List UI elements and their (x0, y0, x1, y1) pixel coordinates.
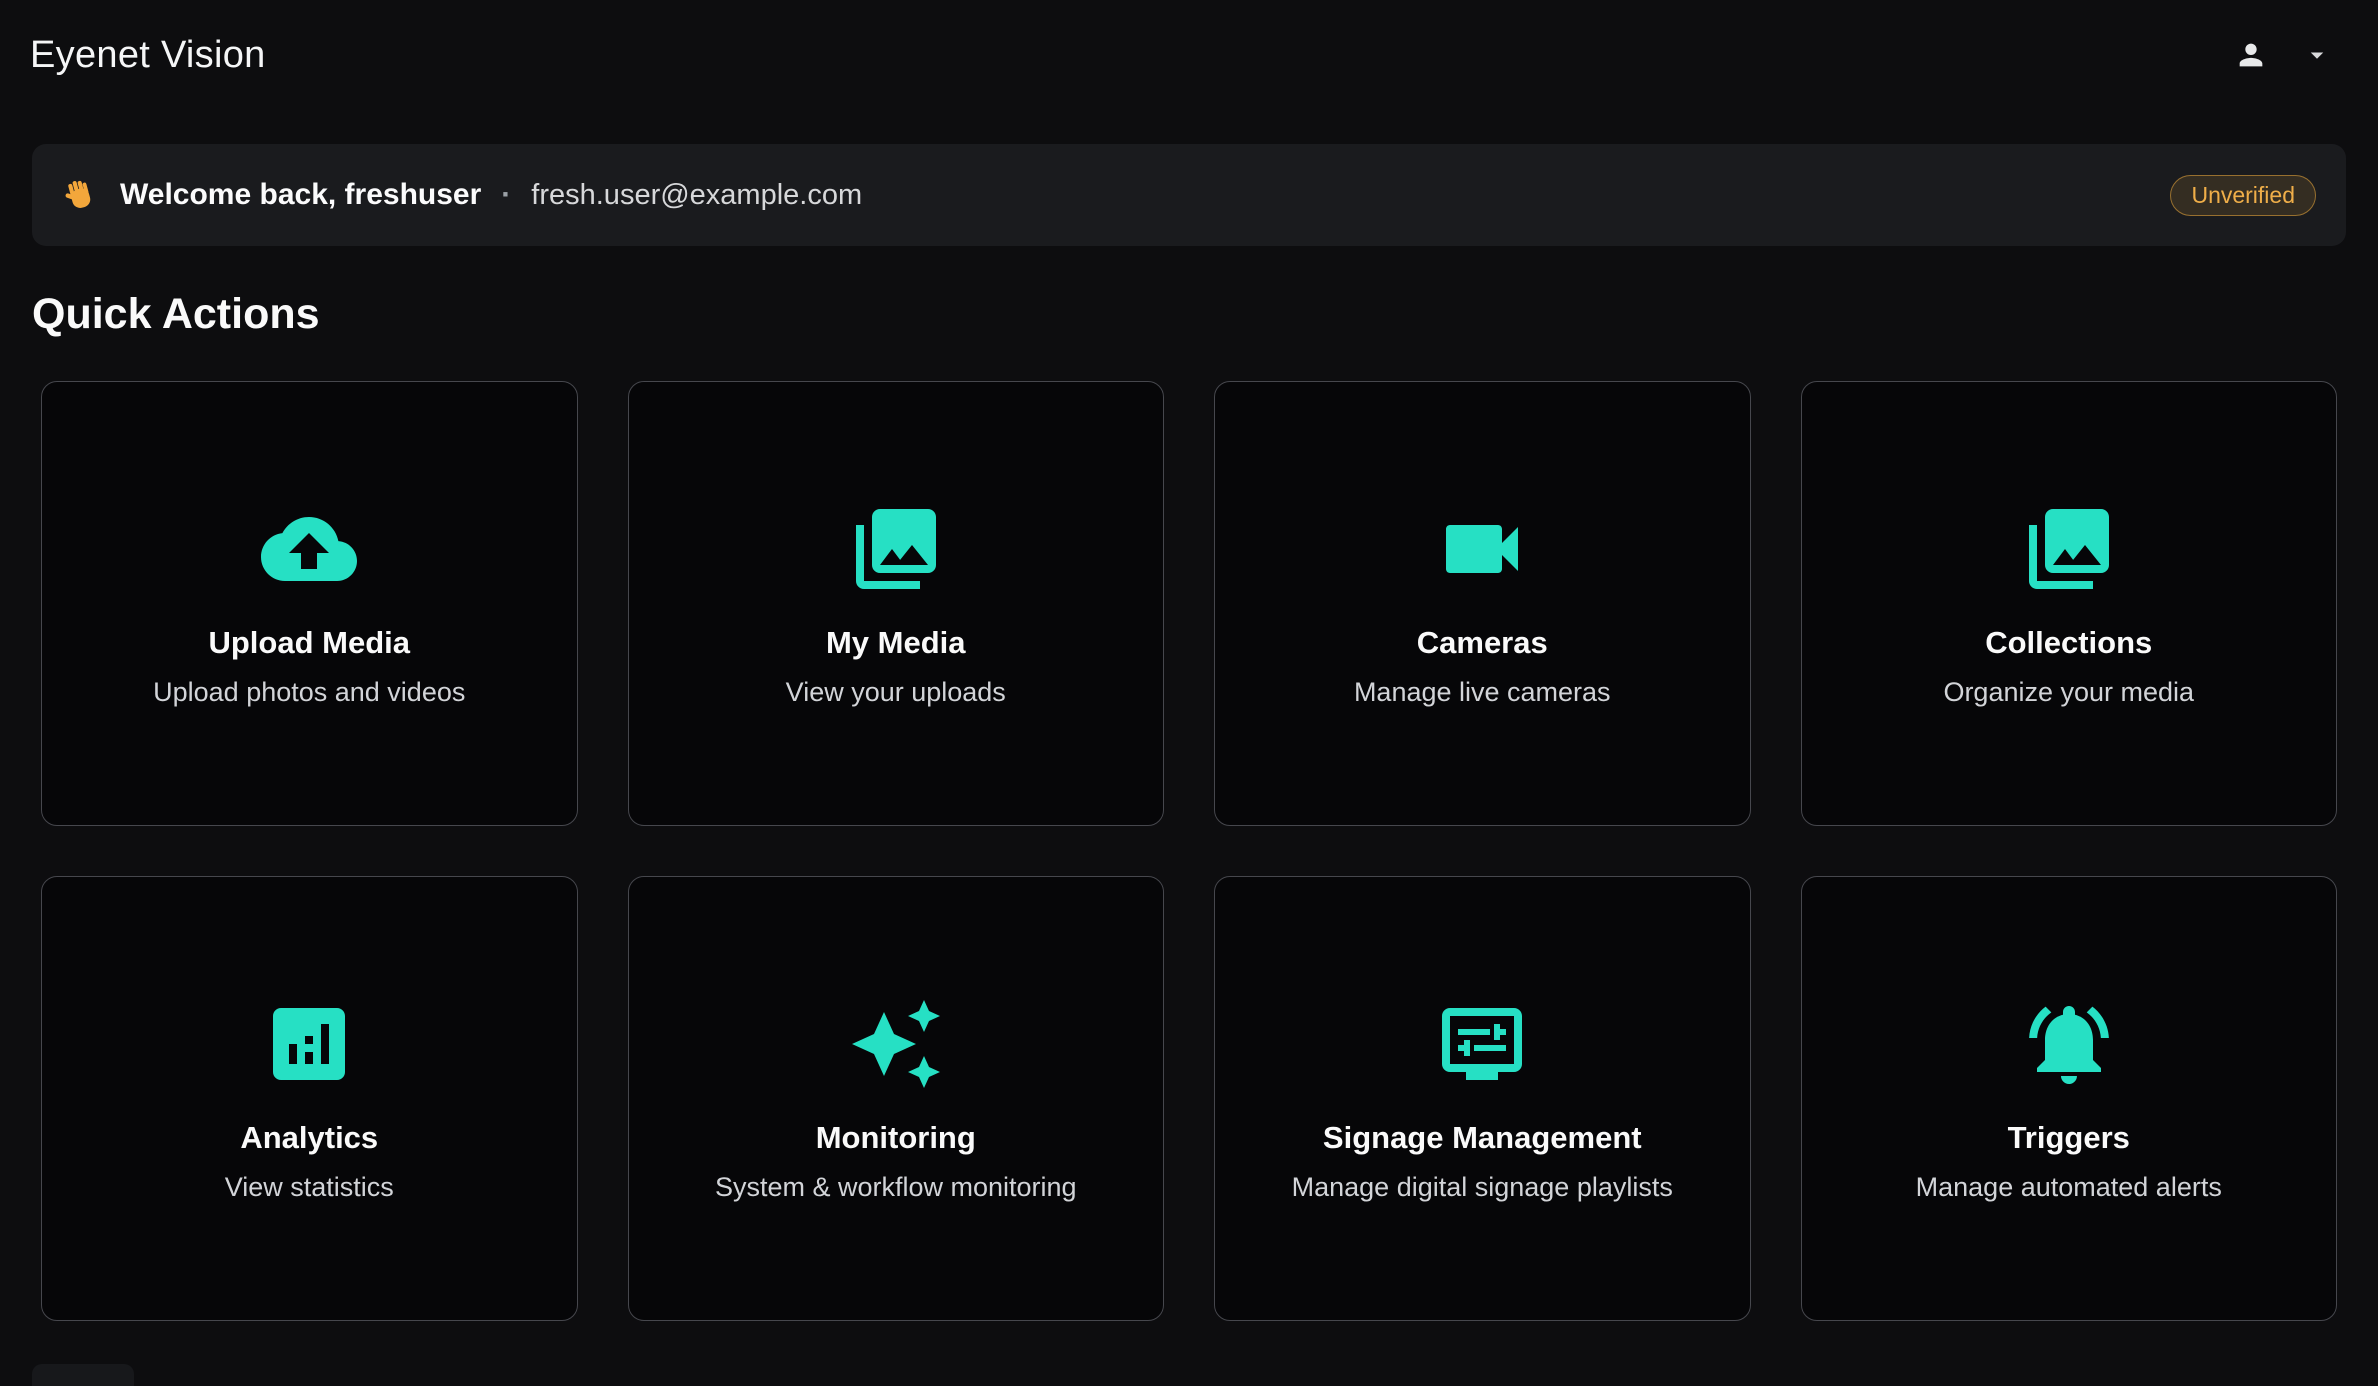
card-cameras[interactable]: Cameras Manage live cameras (1214, 381, 1751, 826)
card-my-media[interactable]: My Media View your uploads (628, 381, 1165, 826)
card-subtitle: Organize your media (1943, 677, 2194, 708)
separator-dot: · (501, 178, 511, 212)
caret-down-icon (2302, 40, 2332, 70)
card-triggers[interactable]: Triggers Manage automated alerts (1801, 876, 2338, 1321)
app-title: Eyenet Vision (30, 34, 266, 77)
waving-hand-icon (62, 176, 100, 214)
card-title: Triggers (2008, 1120, 2130, 1156)
card-title: Analytics (240, 1120, 378, 1156)
quick-actions-heading: Quick Actions (32, 290, 2378, 339)
user-menu-button[interactable] (2234, 38, 2332, 72)
quick-actions-grid: Upload Media Upload photos and videos My… (0, 381, 2378, 1321)
header: Eyenet Vision (0, 0, 2378, 110)
videocam-icon (1434, 499, 1530, 599)
card-analytics[interactable]: Analytics View statistics (41, 876, 578, 1321)
welcome-greeting: Welcome back, freshuser (120, 178, 481, 212)
card-monitoring[interactable]: Monitoring System & workflow monitoring (628, 876, 1165, 1321)
card-signage-management[interactable]: Signage Management Manage digital signag… (1214, 876, 1751, 1321)
card-title: Collections (1985, 625, 2152, 661)
card-collections[interactable]: Collections Organize your media (1801, 381, 2338, 826)
person-icon (2234, 38, 2268, 72)
display-settings-icon (1434, 994, 1530, 1094)
card-subtitle: Manage live cameras (1354, 677, 1611, 708)
card-title: Upload Media (208, 625, 410, 661)
photo-library-icon (2021, 499, 2117, 599)
unverified-badge: Unverified (2170, 175, 2316, 216)
partial-bottom-element (32, 1364, 134, 1386)
bell-icon (2021, 994, 2117, 1094)
card-subtitle: Manage automated alerts (1916, 1172, 2222, 1203)
card-upload-media[interactable]: Upload Media Upload photos and videos (41, 381, 578, 826)
user-email: fresh.user@example.com (531, 179, 862, 212)
card-subtitle: View statistics (225, 1172, 394, 1203)
welcome-banner: Welcome back, freshuser · fresh.user@exa… (32, 144, 2346, 246)
cloud-upload-icon (261, 499, 357, 599)
card-title: Monitoring (816, 1120, 976, 1156)
photo-library-icon (848, 499, 944, 599)
sparkles-icon (848, 994, 944, 1094)
card-title: Signage Management (1323, 1120, 1642, 1156)
analytics-icon (261, 994, 357, 1094)
card-subtitle: Manage digital signage playlists (1292, 1172, 1673, 1203)
card-subtitle: View your uploads (786, 677, 1006, 708)
card-title: Cameras (1417, 625, 1548, 661)
card-title: My Media (826, 625, 966, 661)
card-subtitle: Upload photos and videos (153, 677, 465, 708)
card-subtitle: System & workflow monitoring (715, 1172, 1077, 1203)
